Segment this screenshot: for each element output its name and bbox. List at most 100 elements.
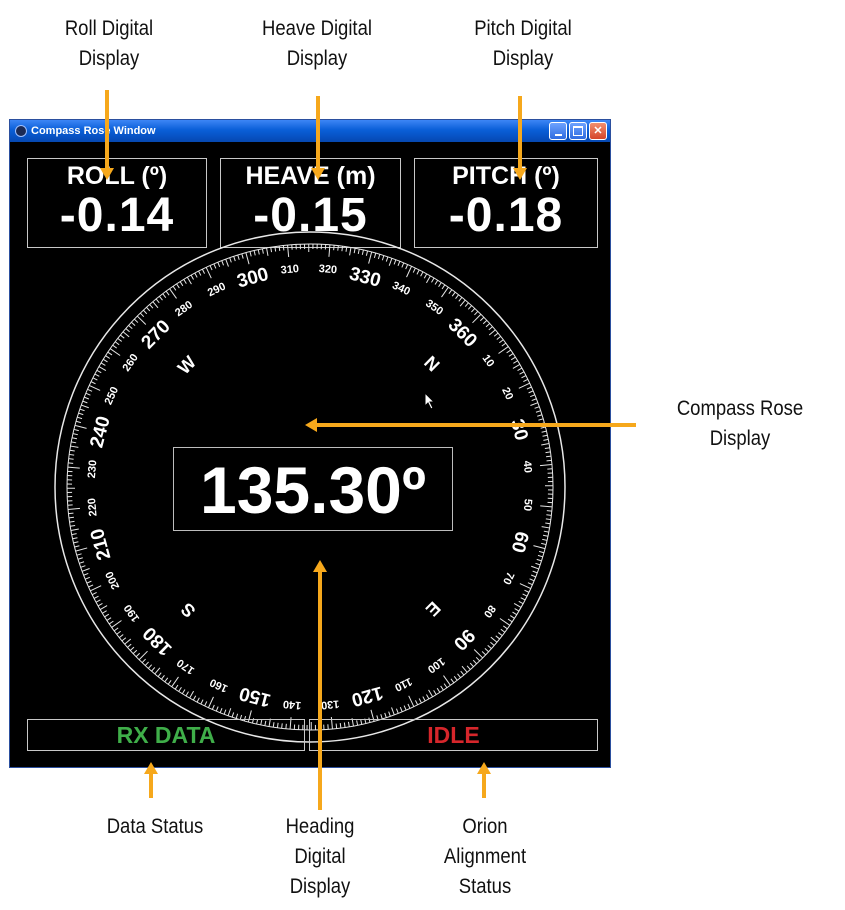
rose-tick (151, 667, 156, 672)
close-button[interactable]: ✕ (589, 122, 607, 140)
rose-tick (542, 534, 549, 537)
minimize-button[interactable] (549, 122, 567, 140)
rose-tick (131, 321, 136, 326)
cardinal-n-label: N (420, 352, 443, 375)
rose-tick (274, 246, 277, 252)
callout-heading: Heading Digital Display (285, 815, 355, 898)
rose-minor-label: 40 (521, 460, 534, 473)
rose-tick (544, 447, 550, 450)
rose-tick (249, 251, 252, 257)
rose-tick (518, 600, 524, 605)
rose-tick (546, 514, 552, 516)
heading-display: 135.30º (173, 447, 453, 531)
rose-tick (93, 595, 99, 599)
rose-tick (521, 375, 527, 379)
rose-tick (475, 656, 481, 662)
rose-tick (428, 689, 434, 698)
rose-tick (433, 690, 437, 695)
rose-tick (530, 574, 536, 578)
rose-tick (113, 627, 119, 632)
rose-tick (485, 323, 491, 328)
title-bar[interactable]: Compass Rose Window ✕ (10, 120, 610, 142)
rose-tick (221, 260, 225, 266)
rose-minor-label: 220 (86, 497, 100, 516)
rose-tick (183, 279, 187, 284)
rose-tick (141, 658, 146, 664)
rose-tick (147, 664, 153, 669)
rose-tick (422, 696, 426, 702)
rose-tick (91, 592, 97, 596)
rose-tick (490, 636, 498, 643)
rose-tick (106, 617, 112, 621)
rose-tick (450, 678, 455, 684)
rose-tick (510, 615, 515, 619)
rose-tick (133, 318, 139, 323)
rose-tick (72, 433, 78, 436)
rose-tick (161, 675, 165, 680)
rose-tick (154, 667, 161, 675)
rose-minor-label: 320 (318, 263, 337, 276)
rose-tick (539, 464, 553, 467)
rose-tick (523, 378, 529, 382)
rose-tick (144, 661, 149, 666)
rose-tick (498, 632, 503, 636)
rose-tick (176, 283, 180, 289)
rose-tick (395, 708, 399, 714)
rose-tick (482, 319, 488, 325)
rose-tick (68, 512, 74, 515)
window-title: Compass Rose Window (31, 125, 156, 137)
rose-tick (535, 562, 541, 566)
alignment-status-text: IDLE (427, 722, 480, 748)
rose-tick (466, 665, 471, 670)
rose-tick (518, 382, 530, 389)
rose-tick (455, 294, 459, 299)
rose-minor-label: 100 (425, 655, 447, 675)
rose-minor-label: 10 (480, 353, 497, 370)
rose-tick (381, 255, 385, 261)
rose-tick (528, 390, 534, 394)
rose-tick (215, 706, 219, 712)
rose-tick (506, 349, 512, 354)
rose-tick (139, 312, 145, 318)
rose-tick (69, 453, 75, 456)
rose-tick (205, 267, 212, 279)
rose-tick (543, 438, 549, 441)
rose-tick (231, 712, 235, 718)
rose-tick (407, 703, 411, 709)
rose-tick (530, 394, 536, 398)
rose-tick (501, 342, 507, 347)
rose-tick (196, 697, 200, 703)
rose-tick (542, 538, 548, 541)
rose-tick (79, 561, 85, 564)
rose-tick (514, 608, 520, 612)
rose-tick (94, 373, 100, 377)
rose-tick (538, 550, 545, 554)
rose-tick (412, 267, 416, 273)
rose-minor-label: 230 (86, 459, 99, 478)
rose-tick (545, 451, 551, 454)
rose-minor-label: 290 (206, 280, 228, 299)
rose-tick (192, 695, 197, 701)
rose-tick (533, 545, 546, 550)
rose-tick (164, 677, 169, 683)
rose-tick (87, 388, 93, 392)
rose-minor-label: 160 (208, 676, 230, 695)
rose-tick (345, 246, 348, 252)
rose-tick (233, 256, 236, 262)
rose-tick (519, 583, 531, 589)
rose-tick (377, 254, 381, 260)
rose-major-label: 30 (506, 417, 532, 443)
rose-tick (529, 578, 535, 582)
rose-tick (97, 603, 103, 607)
rose-tick (75, 420, 82, 424)
rose-tick (84, 576, 90, 580)
rose-tick (211, 704, 215, 710)
rose-tick (69, 449, 75, 452)
rose-tick (99, 605, 108, 611)
rose-major-label: 150 (237, 682, 273, 710)
maximize-button[interactable] (569, 122, 587, 140)
rose-minor-label: 260 (121, 352, 141, 374)
rose-major-label: 60 (507, 529, 533, 555)
rose-tick (536, 558, 542, 562)
rose-tick (219, 707, 223, 713)
